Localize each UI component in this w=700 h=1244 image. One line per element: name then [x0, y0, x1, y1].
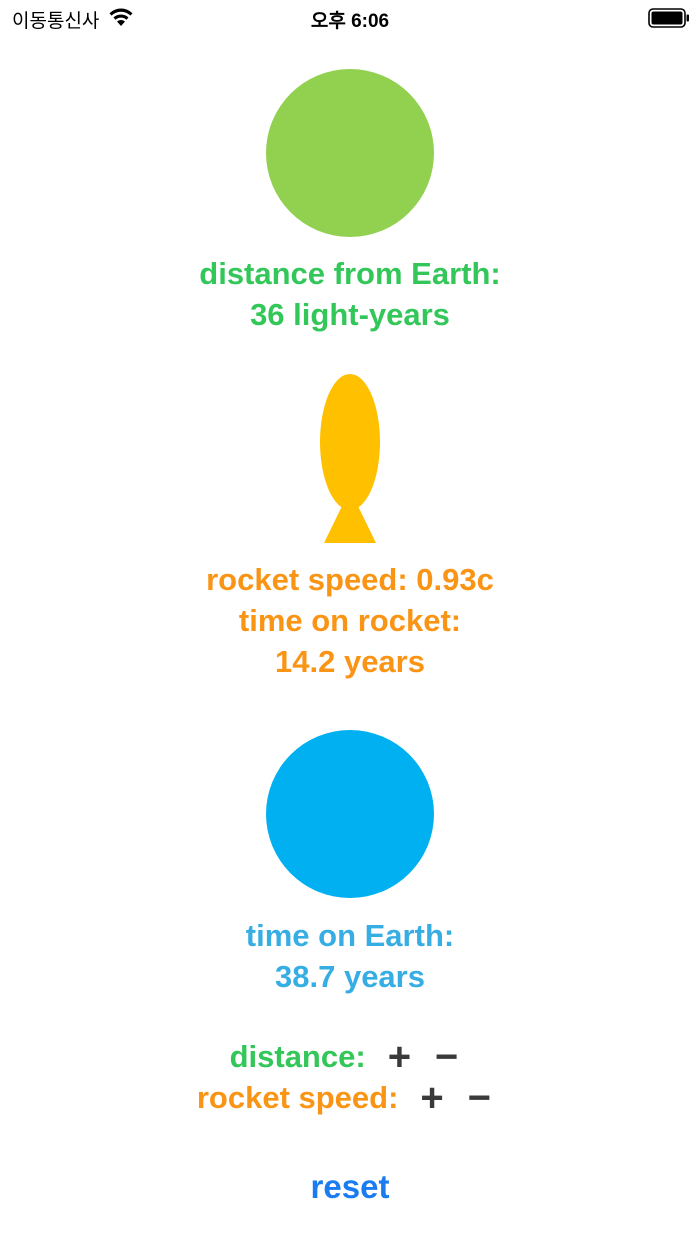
distance-plus-button[interactable]: +	[376, 1037, 423, 1077]
distance-minus-button[interactable]: −	[423, 1037, 470, 1077]
distance-heading: distance from Earth:	[199, 256, 501, 291]
earth-info: time on Earth: 38.7 years	[0, 915, 700, 997]
distance-info: distance from Earth: 36 light-years	[0, 253, 700, 335]
earth-time-heading: time on Earth:	[245, 918, 455, 953]
distance-value: 36 light-years	[250, 297, 450, 332]
reset-button[interactable]: reset	[0, 1168, 700, 1206]
speed-plus-button[interactable]: +	[408, 1078, 455, 1118]
rocket-time-value: 14.2 years	[275, 644, 425, 679]
rocket-info: rocket speed: 0.93c time on rocket: 14.2…	[0, 559, 700, 682]
status-bar: 이동통신사 오후 6:06	[0, 0, 700, 36]
earth-planet	[266, 730, 434, 898]
distance-control-label: distance:	[229, 1039, 366, 1074]
distance-controls: distance: + −	[0, 1035, 700, 1079]
speed-minus-button[interactable]: −	[456, 1078, 503, 1118]
rocket-speed-label: rocket speed: 0.93c	[206, 562, 494, 597]
battery-icon	[648, 8, 689, 28]
clock: 오후 6:06	[310, 11, 390, 32]
rocket-time-heading: time on rocket:	[238, 603, 462, 638]
speed-controls: rocket speed: + −	[0, 1076, 700, 1120]
destination-planet	[266, 69, 434, 237]
earth-time-value: 38.7 years	[275, 959, 425, 994]
rocket-icon	[320, 374, 380, 543]
speed-control-label: rocket speed:	[196, 1080, 399, 1115]
